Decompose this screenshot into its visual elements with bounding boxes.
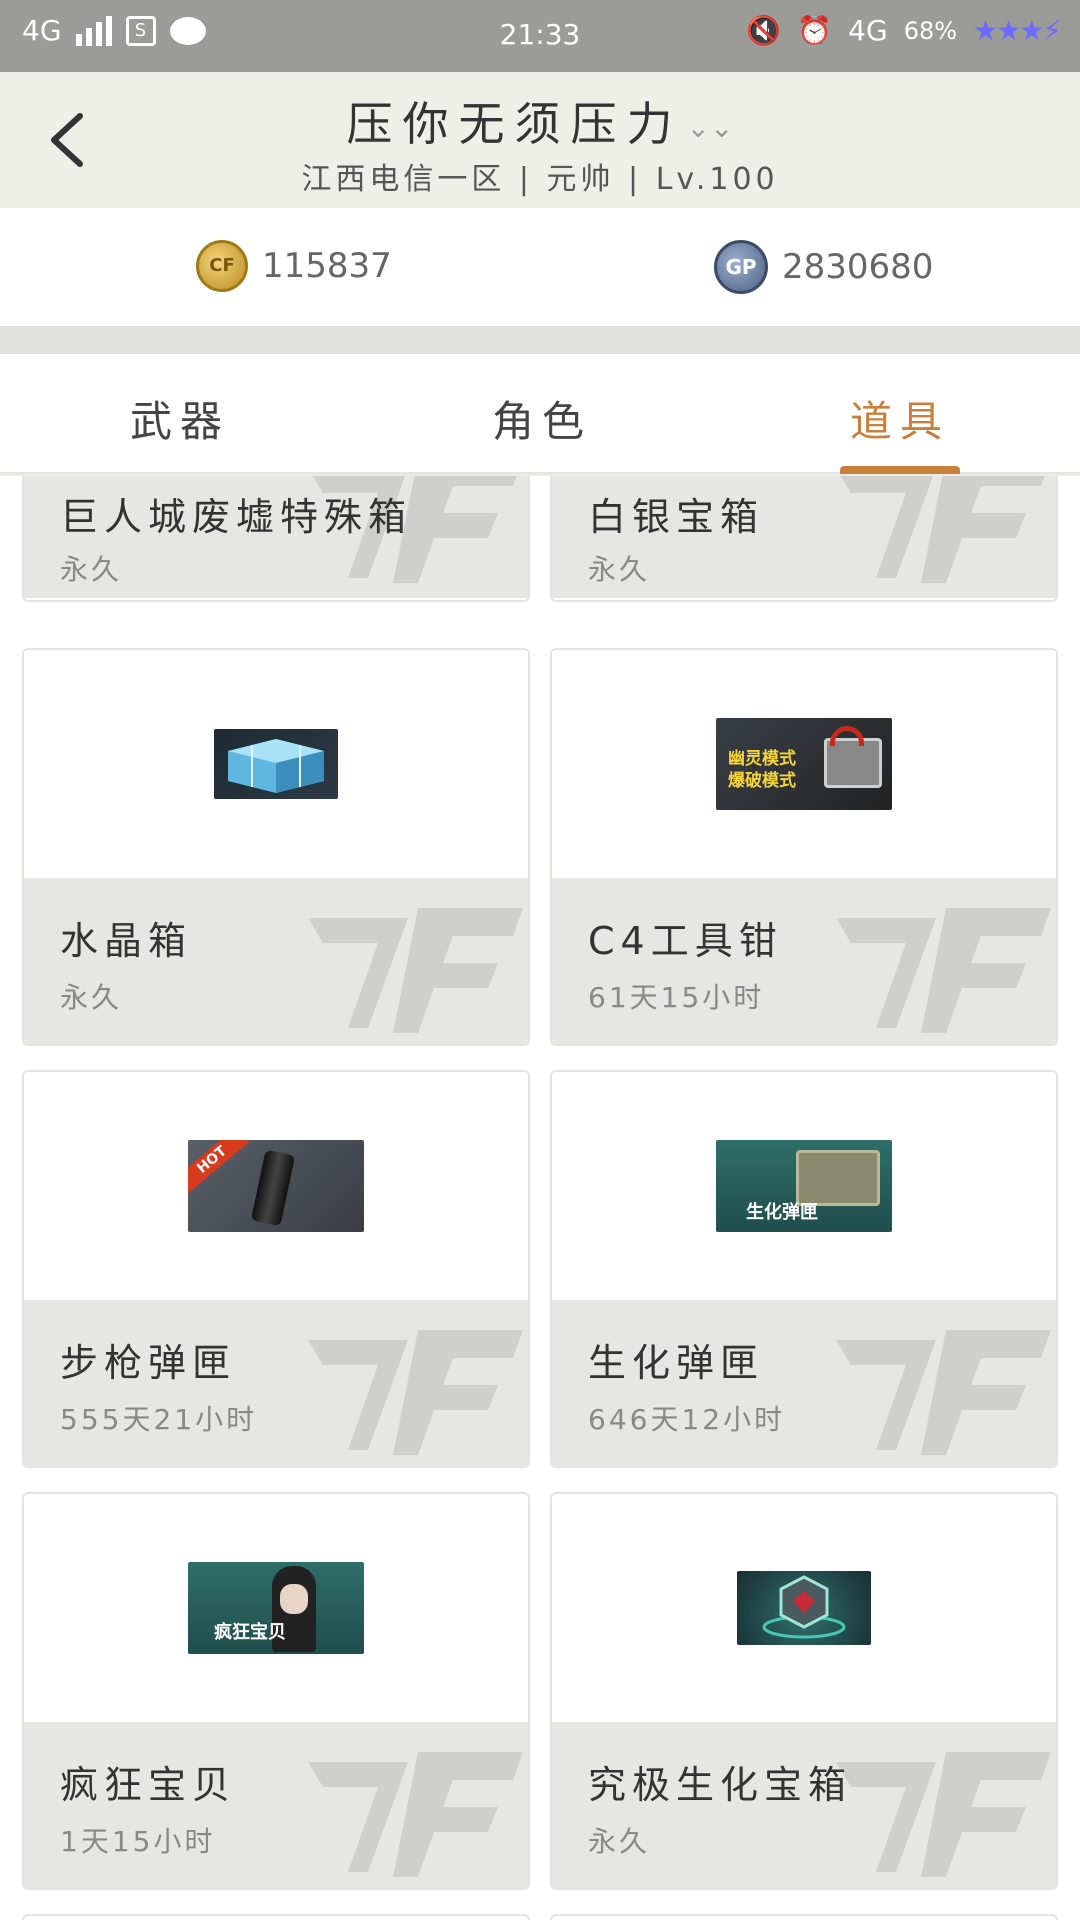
c4-pliers-image: 幽灵模式 爆破模式	[716, 718, 892, 810]
ultimate-bio-box-image	[737, 1571, 871, 1645]
battery-stars-icon: ★★★⚡	[973, 14, 1062, 47]
item-info: 白银宝箱 永久	[552, 476, 1056, 598]
item-name: 生化弹匣	[588, 1341, 765, 1385]
thumb-text: 疯狂宝贝	[214, 1622, 286, 1643]
status-bar: 4G S 21:33 🔇 ⏰ 4G 68% ★★★⚡	[0, 0, 1080, 72]
server-subtitle: 江西电信一区 | 元帅 | Lv.100	[301, 162, 779, 197]
alarm-icon: ⏰	[797, 14, 833, 47]
item-image-area: 疯狂宝贝	[24, 1494, 528, 1722]
item-card[interactable]: 水晶箱 永久	[22, 648, 530, 1046]
active-tab-indicator	[840, 466, 960, 474]
page-title-row[interactable]: 压你无须压力 ⌄⌄	[0, 88, 1080, 154]
item-info: 巨人城废墟特殊箱 永久	[24, 476, 528, 598]
item-image-area: HOT	[24, 1072, 528, 1300]
cf-value: 115837	[262, 246, 392, 286]
item-name: C4工具钳	[588, 919, 783, 963]
crystal-box-image	[214, 729, 338, 799]
item-card[interactable]: 幽灵模式 爆破模式 C4工具钳 61天15小时	[550, 648, 1058, 1046]
gp-value: 2830680	[782, 247, 934, 287]
tab-characters[interactable]: 角色	[392, 388, 692, 449]
item-name: 究极生化宝箱	[588, 1763, 853, 1807]
item-info: C4工具钳 61天15小时	[552, 878, 1056, 1044]
item-image-area	[552, 1494, 1056, 1722]
item-duration: 永久	[60, 981, 123, 1014]
item-duration: 555天21小时	[60, 1403, 258, 1436]
divider	[0, 326, 1080, 354]
item-duration: 646天12小时	[588, 1403, 786, 1436]
category-tabs: 武器 角色 道具	[0, 354, 1080, 474]
cf-coin-icon: CF	[196, 240, 248, 292]
item-info: 生化弹匣 646天12小时	[552, 1300, 1056, 1466]
rifle-magazine-image: HOT	[188, 1140, 364, 1232]
bio-magazine-image: 生化弹匣	[716, 1140, 892, 1232]
item-duration: 永久	[588, 553, 651, 586]
gp-currency: GP 2830680	[714, 240, 933, 294]
cf-watermark-icon	[840, 476, 1045, 583]
hot-badge: HOT	[188, 1140, 250, 1194]
item-card[interactable]: 巨人城废墟特殊箱 永久	[22, 476, 530, 602]
cf-currency: CF 115837	[196, 240, 392, 292]
crazy-baby-image: 疯狂宝贝	[188, 1562, 364, 1654]
item-image-area: 生化弹匣	[552, 1072, 1056, 1300]
item-card[interactable]: HOT 步枪弹匣 555天21小时	[22, 1070, 530, 1468]
cf-watermark-icon	[836, 1330, 1051, 1455]
gp-coin-icon: GP	[714, 240, 768, 294]
thumb-text: 爆破模式	[728, 771, 796, 791]
item-card-partial[interactable]	[550, 1914, 1058, 1920]
item-name: 步枪弹匣	[60, 1341, 237, 1385]
network-right-label: 4G	[848, 14, 888, 47]
tab-items[interactable]: 道具	[750, 388, 1050, 449]
thumb-text: 生化弹匣	[746, 1202, 818, 1223]
mute-icon: 🔇	[746, 14, 782, 47]
item-card-partial[interactable]	[22, 1914, 530, 1920]
cf-watermark-icon	[836, 1752, 1051, 1877]
page-title: 压你无须压力	[346, 97, 683, 151]
item-card[interactable]: 究极生化宝箱 永久	[550, 1492, 1058, 1890]
cf-watermark-icon	[308, 908, 523, 1033]
item-name: 巨人城废墟特殊箱	[60, 495, 413, 539]
item-info: 步枪弹匣 555天21小时	[24, 1300, 528, 1466]
item-duration: 永久	[60, 553, 123, 586]
item-card[interactable]: 白银宝箱 永久	[550, 476, 1058, 602]
item-duration: 61天15小时	[588, 981, 765, 1014]
item-name: 水晶箱	[60, 919, 193, 963]
currency-bar: CF 115837 GP 2830680	[0, 208, 1080, 326]
item-info: 疯狂宝贝 1天15小时	[24, 1722, 528, 1888]
item-grid: 巨人城废墟特殊箱 永久 白银宝箱 永久 水晶箱 永久 幽灵模式 爆破模式 C4工…	[0, 476, 1080, 1920]
thumb-text: 幽灵模式	[728, 749, 796, 769]
cf-watermark-icon	[308, 1330, 523, 1455]
item-duration: 永久	[588, 1825, 651, 1858]
header: 压你无须压力 ⌄⌄ 江西电信一区 | 元帅 | Lv.100	[0, 72, 1080, 208]
cf-watermark-icon	[836, 908, 1051, 1033]
status-right: 🔇 ⏰ 4G 68% ★★★⚡	[746, 14, 1062, 47]
chevron-down-icon[interactable]: ⌄⌄	[687, 111, 734, 144]
item-card[interactable]: 疯狂宝贝 疯狂宝贝 1天15小时	[22, 1492, 530, 1890]
item-image-area	[24, 650, 528, 878]
item-card[interactable]: 生化弹匣 生化弹匣 646天12小时	[550, 1070, 1058, 1468]
item-name: 白银宝箱	[588, 495, 765, 539]
tab-weapons[interactable]: 武器	[30, 388, 330, 449]
item-info: 究极生化宝箱 永久	[552, 1722, 1056, 1888]
item-image-area: 幽灵模式 爆破模式	[552, 650, 1056, 878]
item-duration: 1天15小时	[60, 1825, 216, 1858]
battery-label: 68%	[903, 16, 958, 45]
item-info: 水晶箱 永久	[24, 878, 528, 1044]
item-name: 疯狂宝贝	[60, 1763, 237, 1807]
cf-watermark-icon	[308, 1752, 523, 1877]
